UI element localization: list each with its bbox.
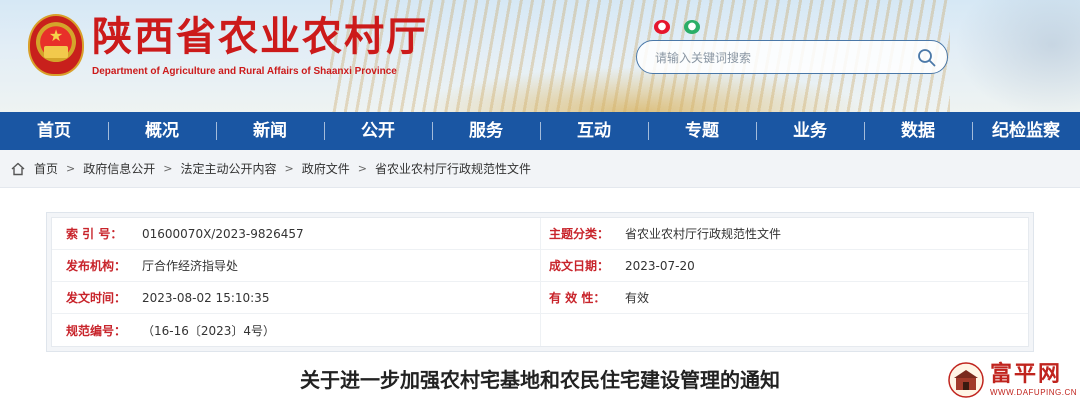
article-title: 关于进一步加强农村宅基地和农民住宅建设管理的通知 (300, 368, 780, 392)
main-nav: 首页 概况 新闻 公开 服务 互动 专题 业务 数据 纪检监察 (0, 112, 1080, 150)
home-icon (11, 162, 25, 175)
info-cell-time: 发文时间： 2023-08-02 15:10:35 (52, 282, 540, 314)
nav-item-topics[interactable]: 专题 (648, 112, 756, 150)
date-label: 成文日期： (549, 259, 610, 273)
time-label: 发文时间： (66, 291, 127, 305)
breadcrumb: 首页 > 政府信息公开 > 法定主动公开内容 > 政府文件 > 省农业农村厅行政… (0, 150, 1080, 188)
breadcrumb-statutory[interactable]: 法定主动公开内容 (180, 160, 276, 177)
search-icon[interactable] (917, 48, 937, 68)
breadcrumb-separator: > (66, 162, 76, 175)
nav-item-overview[interactable]: 概况 (108, 112, 216, 150)
watermark-logo-icon (948, 362, 984, 398)
validity-value: 有效 (625, 291, 650, 305)
search-box (636, 40, 948, 74)
index-label: 索 引 号： (66, 227, 123, 241)
nav-item-services[interactable]: 服务 (432, 112, 540, 150)
issuer-value: 厅合作经济指导处 (142, 259, 239, 273)
wechat-icon[interactable]: ● (684, 20, 700, 34)
info-cell-index: 索 引 号： 01600070X/2023-9826457 (52, 218, 540, 250)
date-value: 2023-07-20 (625, 258, 695, 273)
nav-item-data[interactable]: 数据 (864, 112, 972, 150)
issuer-label: 发布机构： (66, 259, 127, 273)
nav-item-business[interactable]: 业务 (756, 112, 864, 150)
breadcrumb-gov-info[interactable]: 政府信息公开 (83, 160, 155, 177)
code-label: 规范编号： (66, 323, 127, 338)
breadcrumb-separator: > (357, 162, 367, 175)
subject-label: 主题分类： (549, 227, 610, 241)
watermark-text: 富平网 (990, 362, 1063, 387)
document-info-table: 索 引 号： 01600070X/2023-9826457 主题分类： 省农业农… (51, 217, 1029, 347)
info-cell-subject: 主题分类： 省农业农村厅行政规范性文件 (540, 218, 1028, 250)
info-cell-issuer: 发布机构： 厅合作经济指导处 (52, 250, 540, 282)
index-value: 01600070X/2023-9826457 (142, 226, 304, 241)
weibo-icon[interactable]: ● (654, 20, 670, 34)
banner-decoration (940, 0, 1080, 112)
document-info-panel: 索 引 号： 01600070X/2023-9826457 主题分类： 省农业农… (46, 212, 1034, 352)
subject-value: 省农业农村厅行政规范性文件 (625, 227, 782, 241)
nav-item-interaction[interactable]: 互动 (540, 112, 648, 150)
validity-label: 有 效 性： (549, 291, 606, 305)
nav-item-discipline[interactable]: 纪检监察 (972, 112, 1080, 150)
info-cell-validity: 有 效 性： 有效 (540, 282, 1028, 314)
breadcrumb-normative-docs[interactable]: 省农业农村厅行政规范性文件 (375, 160, 531, 177)
nav-item-home[interactable]: 首页 (0, 112, 108, 150)
site-subtitle: Department of Agriculture and Rural Affa… (92, 66, 397, 77)
info-cell-empty (540, 314, 1028, 346)
nav-item-news[interactable]: 新闻 (216, 112, 324, 150)
watermark-url: WWW.DAFUPING.CN (990, 388, 1078, 397)
time-value: 2023-08-02 15:10:35 (142, 290, 270, 305)
info-cell-code: 规范编号： （16-16〔2023〕4号） (52, 314, 540, 346)
search-input[interactable] (655, 48, 915, 68)
breadcrumb-separator: > (284, 162, 294, 175)
nav-item-disclosure[interactable]: 公开 (324, 112, 432, 150)
breadcrumb-separator: > (163, 162, 173, 175)
site-header: ★ 陕西省农业农村厅 Department of Agriculture and… (0, 0, 1080, 112)
code-value: （16-16〔2023〕4号） (142, 323, 276, 338)
info-cell-date: 成文日期： 2023-07-20 (540, 250, 1028, 282)
breadcrumb-gov-docs[interactable]: 政府文件 (302, 160, 350, 177)
site-title[interactable]: 陕西省农业农村厅 (92, 14, 428, 60)
breadcrumb-home[interactable]: 首页 (34, 160, 58, 177)
national-emblem-icon: ★ (28, 14, 84, 76)
